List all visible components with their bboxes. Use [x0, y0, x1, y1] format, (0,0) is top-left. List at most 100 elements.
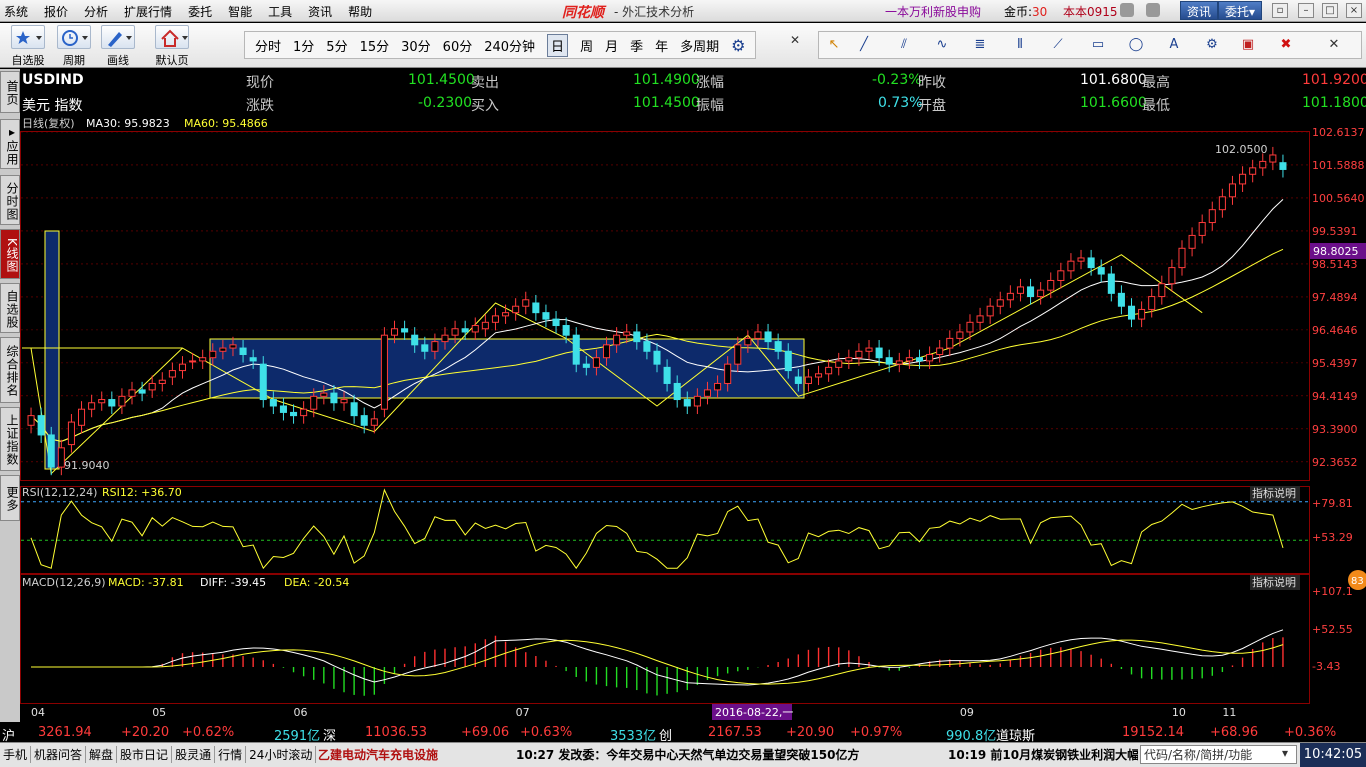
rectangle-tool-icon[interactable]: ▭ [1089, 37, 1107, 53]
gann-tool-icon[interactable]: ⟋ [1049, 37, 1067, 53]
sz-value[interactable]: 11036.53 [365, 725, 427, 740]
cursor-icon[interactable]: ↖ [825, 37, 843, 53]
menu-item-quote[interactable]: 报价 [44, 3, 68, 20]
coins-label: 金币: [1004, 5, 1033, 19]
default-page-button[interactable]: 默认页 [150, 25, 194, 68]
candle-body [522, 299, 530, 307]
menu-item-extended[interactable]: 扩展行情 [124, 3, 172, 20]
info-button[interactable]: 资讯 [1180, 1, 1219, 20]
period-week[interactable]: 周 [580, 36, 593, 55]
period-day[interactable]: 日 [547, 33, 569, 57]
period-30min[interactable]: 30分 [401, 36, 431, 55]
side-tab-more[interactable]: 更多 [0, 475, 20, 521]
status-tab-market[interactable]: 行情 [215, 746, 247, 763]
candle-body [1188, 234, 1196, 249]
ellipse-tool-icon[interactable]: ◯ [1127, 37, 1145, 53]
delete-drawing-icon[interactable]: ✖ [1277, 37, 1295, 53]
shirt-icon[interactable] [1146, 3, 1160, 17]
side-tab-watchlist[interactable]: 自选股 [0, 283, 20, 333]
low-label: 最低 [1142, 98, 1170, 114]
period-60min[interactable]: 60分 [443, 36, 473, 55]
chart-area[interactable]: 日线(复权) MA30: 95.9823 MA60: 95.4866 102.6… [20, 117, 1366, 723]
candle [98, 391, 106, 411]
gear-icon[interactable]: ⚙ [731, 36, 745, 55]
menu-item-smart[interactable]: 智能 [228, 3, 252, 20]
menu-item-system[interactable]: 系统 [4, 3, 28, 20]
dj-value[interactable]: 19152.14 [1122, 725, 1184, 740]
period-selector: 分时 1分 5分 15分 30分 60分 240分钟 日 周 月 季 年 多周期… [244, 31, 757, 59]
candle-body [259, 363, 267, 401]
wave-tool-icon[interactable]: ∿ [933, 37, 951, 53]
status-tab-diary[interactable]: 股市日记 [117, 746, 173, 763]
drawtools-close-icon[interactable]: ✕ [1325, 37, 1343, 53]
restore-icon[interactable]: ▫ [1272, 3, 1288, 18]
menu-item-tools[interactable]: 工具 [268, 3, 292, 20]
side-tab-apps[interactable]: ▸应用 [0, 119, 20, 169]
candle-body [895, 360, 903, 365]
side-tab-timeshare[interactable]: 分时图 [0, 175, 20, 225]
macd-help-button[interactable]: 指标说明 [1252, 575, 1296, 589]
status-tab-guling[interactable]: 股灵通 [172, 746, 216, 763]
cy-value[interactable]: 2167.53 [708, 725, 762, 740]
menu-item-news[interactable]: 资讯 [308, 3, 332, 20]
maximize-icon[interactable]: □ [1322, 3, 1338, 18]
candle-body [451, 328, 459, 336]
draw-line-button[interactable]: 画线 [98, 25, 138, 68]
collapse-icon[interactable]: ✕ [790, 33, 802, 57]
menu-item-trade[interactable]: 委托 [188, 3, 212, 20]
now-label: 现价 [246, 75, 274, 91]
minimize-icon[interactable]: – [1298, 3, 1314, 18]
period-1min[interactable]: 1分 [293, 36, 314, 55]
trade-button[interactable]: 委托▾ [1218, 1, 1263, 20]
period-month[interactable]: 月 [605, 36, 618, 55]
search-input[interactable]: 代码/名称/简拼/功能 [1140, 745, 1297, 764]
candle-body [926, 353, 934, 362]
sz-chg: +69.06 [461, 725, 510, 740]
candle-body [1037, 289, 1045, 298]
news-item-2[interactable]: 10:27 发改委：今年交易中心天然气单边交易量望突破150亿方 [516, 746, 859, 763]
side-tab-shanghai[interactable]: 上证指数 [0, 407, 20, 471]
side-tab-home[interactable]: 首页 [0, 71, 20, 113]
period-button[interactable]: 周期 [54, 25, 94, 68]
menu-item-analysis[interactable]: 分析 [84, 3, 108, 20]
settings-tool-icon[interactable]: ⚙ [1203, 37, 1221, 53]
sh-value[interactable]: 3261.94 [38, 725, 92, 740]
status-tab-qa[interactable]: 机器问答 [31, 746, 87, 763]
parallel-line-icon[interactable]: ⫽ [895, 37, 913, 53]
high-annotation: 102.0500 [1215, 143, 1268, 156]
news-item-1[interactable]: 乙建电动汽车充电设施 [318, 746, 438, 763]
current-price-tag: 98.8025 [1313, 245, 1359, 258]
search-dropdown-icon[interactable]: ▾ [1282, 746, 1288, 760]
close-icon[interactable]: × [1346, 3, 1362, 18]
period-5min[interactable]: 5分 [326, 36, 347, 55]
fib-tool-icon[interactable]: ≣ [971, 37, 989, 53]
period-15min[interactable]: 15分 [360, 36, 390, 55]
period-fenshi[interactable]: 分时 [255, 36, 281, 55]
period-year[interactable]: 年 [655, 36, 668, 55]
line-tool-icon[interactable]: ╱ [855, 37, 873, 53]
save-drawing-icon[interactable]: ▣ [1239, 37, 1257, 53]
status-tab-mobile[interactable]: 手机 [0, 746, 32, 763]
news-item-3[interactable]: 10:19 前10月煤炭钢铁业利润大幅 [948, 746, 1138, 763]
period-240min[interactable]: 240分钟 [484, 36, 535, 55]
side-tab-kline[interactable]: K线图 [0, 229, 20, 279]
candle-body [431, 341, 439, 352]
menu-item-help[interactable]: 帮助 [348, 3, 372, 20]
user-name[interactable]: 本本0915 [1063, 3, 1118, 20]
candle-body [764, 331, 772, 343]
period-multi[interactable]: 多周期 [680, 36, 719, 55]
rsi-help-button[interactable]: 指标说明 [1252, 486, 1296, 500]
side-tab-ranking[interactable]: 综合排名 [0, 337, 20, 403]
candle-body [643, 341, 651, 352]
bell-icon[interactable] [1120, 3, 1134, 17]
dj-chg: +68.96 [1210, 725, 1259, 740]
period-quarter[interactable]: 季 [630, 36, 643, 55]
status-tab-24h[interactable]: 24小时滚动 [246, 746, 317, 763]
chart-canvas[interactable]: 日线(复权) MA30: 95.9823 MA60: 95.4866 102.6… [20, 117, 1366, 723]
promo-link[interactable]: 一本万利新股申购 [885, 3, 981, 20]
status-tab-analysis[interactable]: 解盘 [86, 746, 118, 763]
favorites-button[interactable]: 自选股 [8, 25, 48, 68]
low-annotation: 91.9040 [64, 459, 110, 472]
cycle-line-icon[interactable]: ⦀ [1011, 37, 1029, 53]
text-tool-icon[interactable]: A [1165, 37, 1183, 53]
